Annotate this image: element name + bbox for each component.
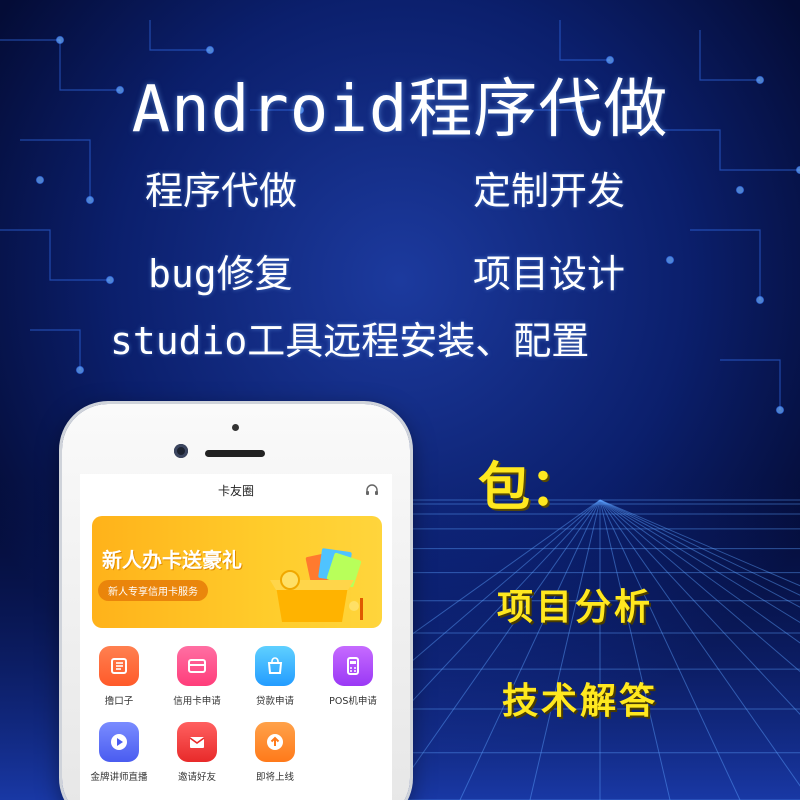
app-icon-bg: [255, 646, 295, 686]
package-item: 技术解答: [502, 681, 659, 722]
upload-icon: [267, 734, 283, 750]
pos-icon: [347, 657, 359, 675]
app-item-credit-card[interactable]: 信用卡申请: [158, 646, 236, 707]
app-label: 邀请好友: [177, 772, 216, 783]
app-icon-bg: [177, 722, 217, 762]
service-item: 项目设计: [473, 252, 626, 296]
app-icon-bg: [333, 646, 373, 686]
play-icon: [111, 734, 127, 750]
app-item-loan[interactable]: 贷款申请: [236, 646, 314, 707]
app-item-lukouzi[interactable]: 撸口子: [80, 646, 158, 707]
app-label: 即将上线: [255, 772, 294, 783]
app-label: 贷款申请: [255, 696, 294, 707]
service-item: studio工具远程安装、配置: [110, 319, 590, 363]
front-camera-icon: [174, 444, 188, 458]
card-icon: [188, 659, 206, 673]
app-icon-bg: [99, 646, 139, 686]
app-icon-bg: [255, 722, 295, 762]
package-item: 项目分析: [497, 587, 654, 628]
service-item: bug修复: [148, 252, 293, 296]
banner-headline: 新人办卡送豪礼: [102, 548, 242, 572]
service-item: 定制开发: [473, 169, 626, 213]
speaker-grille: [205, 450, 265, 457]
app-label: POS机申请: [329, 696, 377, 707]
app-item-pos[interactable]: POS机申请: [314, 646, 392, 707]
app-label: 金牌讲师直播: [90, 772, 148, 783]
app-grid: 撸口子 信用卡申请 贷款申请 POS机申请 金牌讲师直播 邀请好友 即将上线: [80, 646, 392, 796]
circuit-node: [85, 195, 95, 205]
promo-banner[interactable]: 新人办卡送豪礼 新人专享信用卡服务: [92, 516, 382, 628]
app-item-live[interactable]: 金牌讲师直播: [80, 722, 158, 783]
gift-box-icon: [270, 548, 363, 622]
circuit-node: [55, 35, 65, 45]
circuit-node: [665, 255, 675, 265]
front-camera-dot: [232, 424, 239, 431]
circuit-node: [735, 185, 745, 195]
circuit-node: [35, 175, 45, 185]
document-icon: [111, 658, 127, 674]
circuit-node: [105, 275, 115, 285]
headset-icon[interactable]: [364, 482, 380, 498]
circuit-node: [775, 405, 785, 415]
app-label: 撸口子: [104, 696, 134, 707]
app-item-coming-soon[interactable]: 即将上线: [236, 722, 314, 783]
app-item-invite[interactable]: 邀请好友: [158, 722, 236, 783]
service-item: 程序代做: [145, 169, 298, 213]
phone-screen: 卡友圈 新人办卡送豪礼 新人专享信用卡服务 撸口子 信用卡申请 贷款申请 POS…: [80, 474, 392, 800]
circuit-node: [755, 295, 765, 305]
package-title: 包：: [478, 458, 583, 518]
bag-icon: [267, 657, 283, 674]
app-label: 信用卡申请: [173, 696, 221, 707]
circuit-node: [205, 45, 215, 55]
app-icon-bg: [99, 722, 139, 762]
nav-title: 卡友圈: [217, 484, 254, 498]
circuit-node: [75, 365, 85, 375]
circuit-node: [795, 165, 800, 175]
banner-subtitle: 新人专享信用卡服务: [98, 580, 208, 601]
envelope-icon: [189, 737, 205, 748]
app-icon-bg: [177, 646, 217, 686]
headline: Android程序代做: [131, 73, 669, 147]
